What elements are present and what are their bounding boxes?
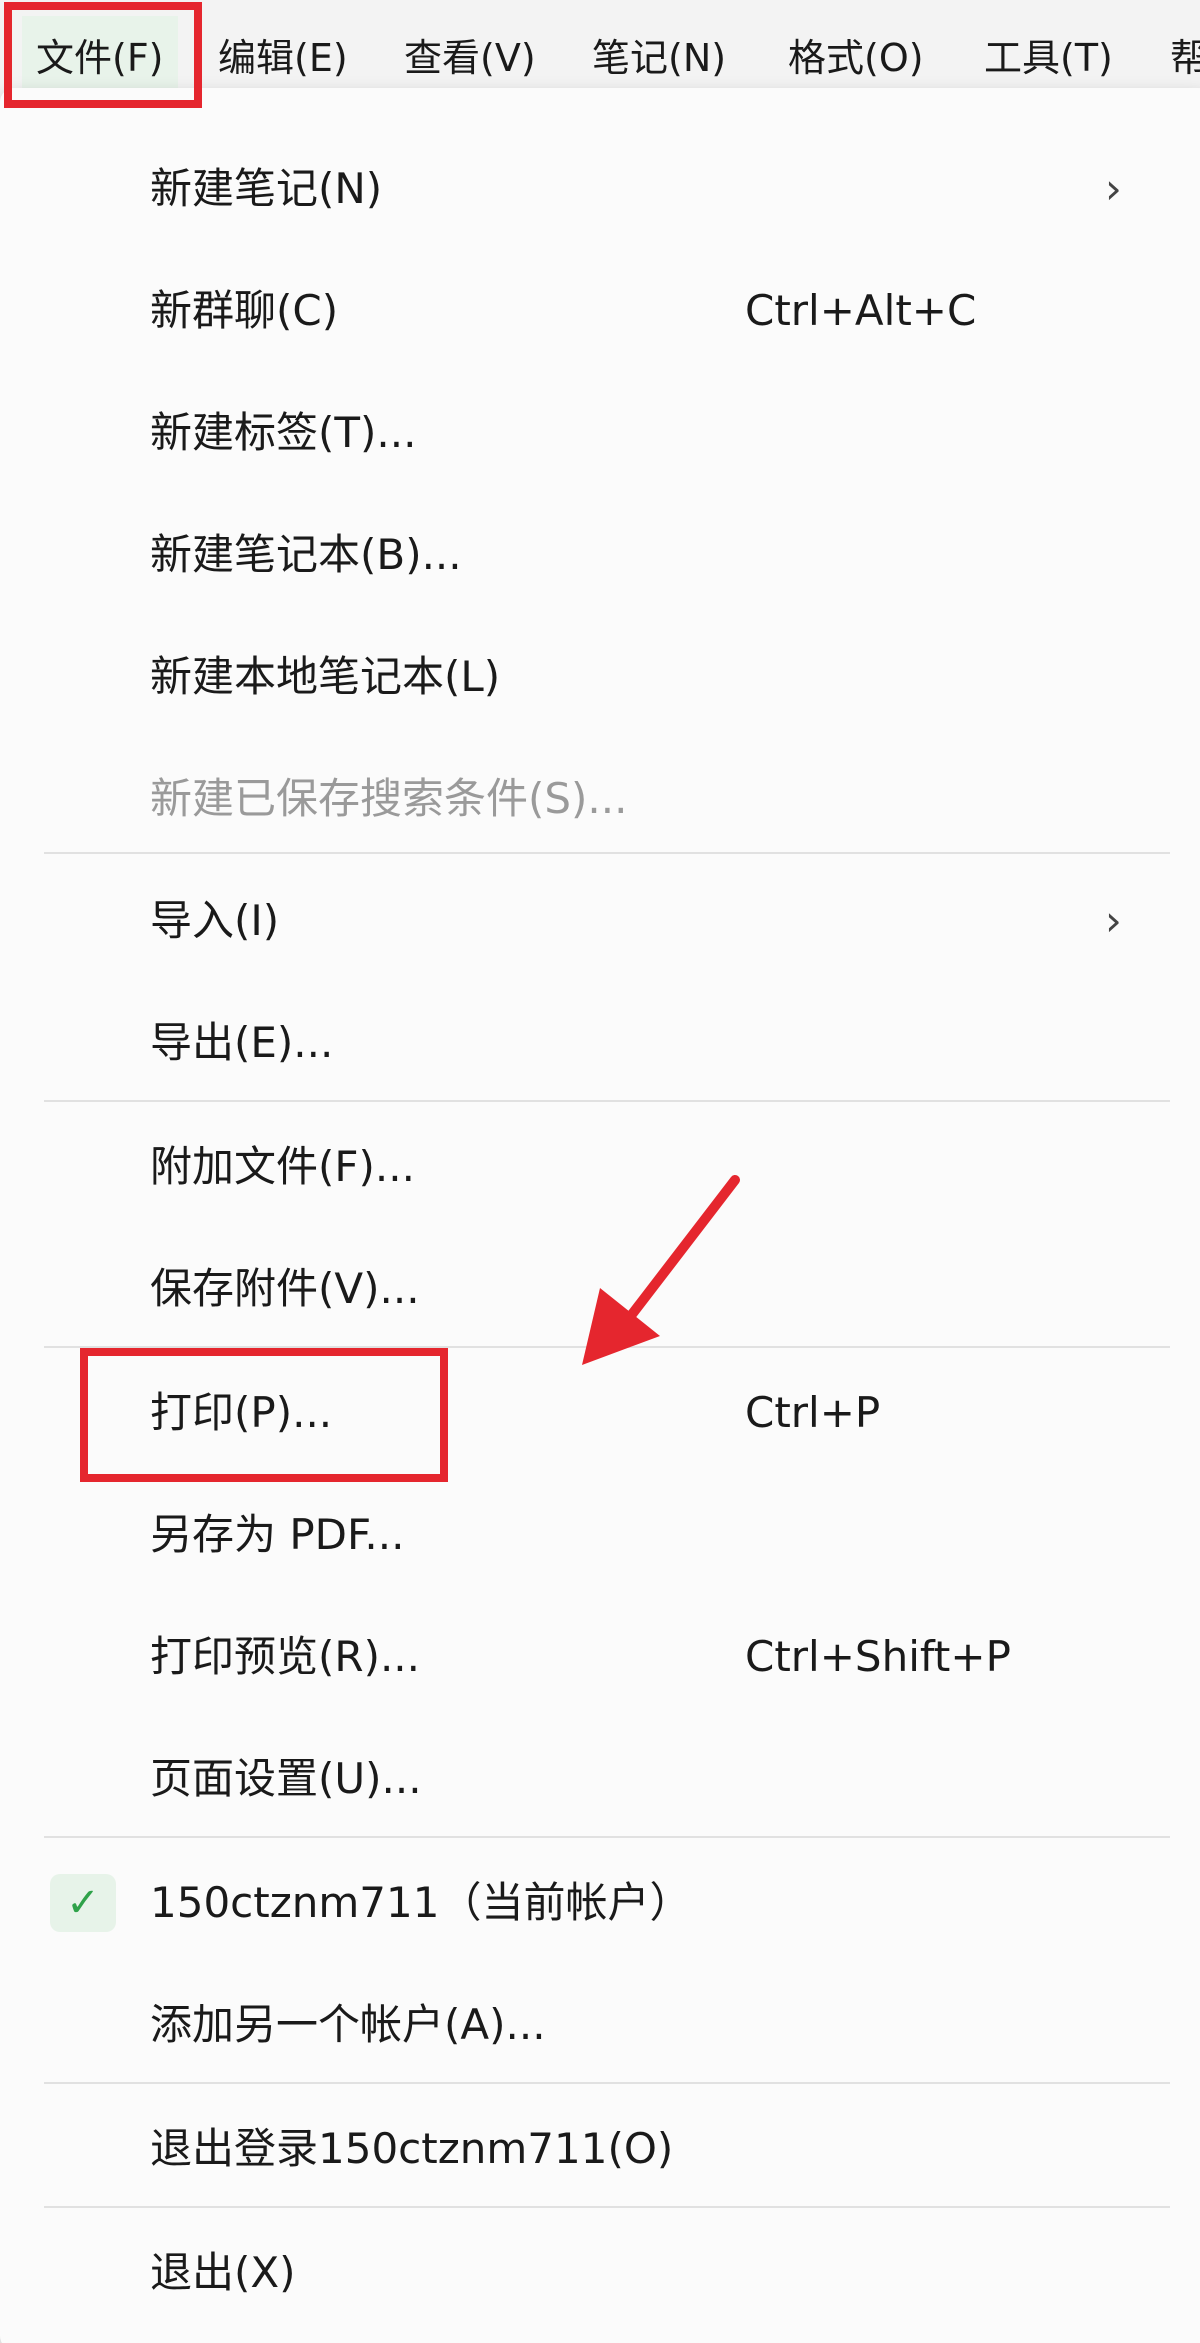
menu-item-print-preview[interactable]: 打印预览(R)... Ctrl+Shift+P [0, 1596, 1170, 1718]
menu-item-label: 退出(X) [150, 2248, 296, 2297]
checkmark-icon: ✓ [50, 1874, 116, 1932]
menu-item-current-account[interactable]: ✓ 150ctznm711（当前帐户） [0, 1842, 1170, 1964]
menu-item-exit[interactable]: 退出(X) [0, 2212, 1170, 2334]
menu-item-label: 新建笔记本(B)... [150, 530, 462, 579]
menu-item-add-account[interactable]: 添加另一个帐户(A)... [0, 1964, 1170, 2086]
menu-item-label: 保存附件(V)... [150, 1264, 420, 1313]
menu-separator [44, 1836, 1170, 1838]
menu-item-label: 打印预览(R)... [150, 1632, 421, 1681]
menu-item-shortcut: Ctrl+P [745, 1388, 881, 1437]
menu-separator [44, 1100, 1170, 1102]
annotation-arrow-icon [582, 1175, 740, 1365]
menu-item-shortcut: Ctrl+Shift+P [745, 1632, 1011, 1681]
screen: 文件(F) 编辑(E) 查看(V) 笔记(N) 格式(O) 工具(T) 帮 新建… [0, 0, 1200, 2343]
menu-item-page-setup[interactable]: 页面设置(U)... [0, 1718, 1170, 1840]
menu-item-new-group-chat[interactable]: 新群聊(C) Ctrl+Alt+C [0, 250, 1170, 372]
menu-item-sign-out[interactable]: 退出登录150ctznm711(O) [0, 2088, 1170, 2210]
menu-separator [44, 852, 1170, 854]
menu-item-label: 150ctznm711（当前帐户） [150, 1878, 692, 1927]
menu-item-label: 退出登录150ctznm711(O) [150, 2124, 674, 2173]
menu-item-new-local-notebook[interactable]: 新建本地笔记本(L) [0, 616, 1170, 738]
menu-item-label: 新建本地笔记本(L) [150, 652, 501, 701]
menu-item-label: 页面设置(U)... [150, 1754, 422, 1803]
menu-item-export[interactable]: 导出(E)... [0, 982, 1170, 1104]
menu-item-label: 新建笔记(N) [150, 164, 383, 213]
menu-item-label: 另存为 PDF... [150, 1510, 405, 1559]
menu-item-import[interactable]: 导入(I) › [0, 860, 1170, 982]
menu-item-new-saved-search: 新建已保存搜索条件(S)... [0, 738, 1170, 860]
menu-item-new-note[interactable]: 新建笔记(N) › [0, 128, 1170, 250]
menu-item-shortcut: Ctrl+Alt+C [745, 286, 977, 335]
menu-item-new-tag[interactable]: 新建标签(T)... [0, 372, 1170, 494]
menu-item-label: 新群聊(C) [150, 286, 339, 335]
annotation-box-file-menu [4, 2, 202, 108]
menu-item-new-notebook[interactable]: 新建笔记本(B)... [0, 494, 1170, 616]
menu-separator [44, 2082, 1170, 2084]
menu-item-label: 添加另一个帐户(A)... [150, 2000, 546, 2049]
menu-item-save-as-pdf[interactable]: 另存为 PDF... [0, 1474, 1170, 1596]
menu-separator [44, 2206, 1170, 2208]
menu-item-label: 附加文件(F)... [150, 1142, 415, 1191]
menu-item-label: 新建已保存搜索条件(S)... [150, 774, 628, 823]
chevron-right-icon: › [1105, 164, 1122, 213]
annotation-box-print [80, 1348, 448, 1482]
menu-item-label: 导入(I) [150, 896, 280, 945]
menu-item-label: 新建标签(T)... [150, 408, 417, 457]
chevron-right-icon: › [1105, 896, 1122, 945]
menu-item-label: 导出(E)... [150, 1018, 334, 1067]
